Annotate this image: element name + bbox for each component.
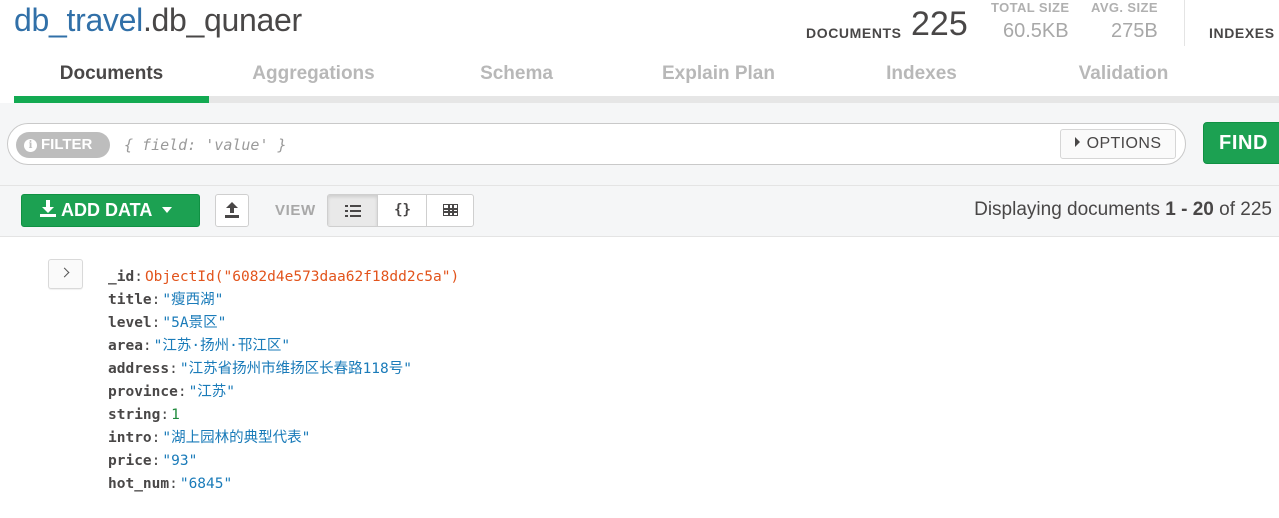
document-list: _id: ObjectId("6082d4e573daa62f18dd2c5a")… [0,237,1279,518]
field-key: price [108,453,152,469]
namespace-title: db_travel.db_qunaer [14,2,302,39]
field-key: title [108,292,152,308]
field-value: "93" [162,453,198,469]
document-field: address: "江苏省扬州市维扬区长春路118号" [108,358,459,381]
find-button[interactable]: FIND [1203,122,1279,164]
field-value: "湖上园林的典型代表" [162,430,311,446]
json-view-button[interactable]: {} [377,195,426,226]
caret-right-icon [1074,137,1080,147]
collection-header: db_travel.db_qunaer DOCUMENTS 225 TOTAL … [0,0,1279,103]
field-value: 1 [171,407,180,423]
field-value: "江苏·扬州·邗江区" [153,338,291,354]
document-field: province: "江苏" [108,381,459,404]
total-size-label: TOTAL SIZE [991,0,1070,15]
add-data-label: ADD DATA [61,200,153,220]
list-view-button[interactable] [328,195,377,226]
document-field: area: "江苏·扬州·邗江区" [108,335,459,358]
field-colon: : [160,407,170,423]
document-fields: _id: ObjectId("6082d4e573daa62f18dd2c5a")… [108,266,459,496]
filter-input[interactable] [122,130,1046,160]
field-value: ObjectId("6082d4e573daa62f18dd2c5a") [144,269,460,285]
document-field: level: "5A景区" [108,312,459,335]
field-key: area [108,338,143,354]
field-value: "江苏" [188,384,236,400]
pagination-end: 20 [1192,199,1214,220]
view-label: VIEW [275,202,316,219]
pagination-total: 225 [1240,199,1272,220]
field-colon: : [169,476,178,492]
view-switcher: {} [327,194,474,227]
database-name[interactable]: db_travel [14,2,143,38]
active-tab-indicator [14,96,209,103]
upload-icon [225,202,239,218]
field-value: "瘦西湖" [162,292,224,308]
field-key: string [108,407,161,423]
avg-size-label: AVG. SIZE [1091,0,1158,15]
document-field: price: "93" [108,450,459,473]
document-field: _id: ObjectId("6082d4e573daa62f18dd2c5a") [108,266,459,289]
options-button[interactable]: OPTIONS [1060,129,1176,159]
pagination-of: of [1219,199,1236,220]
field-colon: : [169,361,178,377]
field-value: "江苏省扬州市维扬区长春路118号" [179,361,412,377]
pagination-dash: - [1181,199,1188,220]
table-icon [443,204,458,216]
list-icon [345,205,361,217]
filter-box: i FILTER OPTIONS [7,123,1186,165]
field-value: "6845" [179,476,233,492]
document-field: hot_num: "6845" [108,473,459,496]
field-key: province [108,384,178,400]
field-key: level [108,315,152,331]
documents-count-label: DOCUMENTS [806,25,902,41]
export-button[interactable] [215,194,249,227]
filter-label-pill[interactable]: i FILTER [16,132,110,158]
documents-count-value: 225 [911,5,968,43]
info-icon: i [24,139,37,152]
field-key: _id [108,269,135,285]
stats-divider [1184,0,1185,46]
pagination-prefix: Displaying documents [974,199,1160,220]
pagination-start: 1 [1165,199,1176,220]
collection-name: db_qunaer [151,2,303,38]
document-field: intro: "湖上园林的典型代表" [108,427,459,450]
options-label: OPTIONS [1086,135,1162,152]
query-bar: i FILTER OPTIONS FIND [0,103,1279,186]
table-view-button[interactable] [426,195,473,226]
field-colon: : [151,453,161,469]
field-colon: : [134,269,143,285]
field-key: intro [108,430,152,446]
download-icon [40,200,56,218]
field-colon: : [151,292,161,308]
braces-icon: {} [394,202,411,218]
pagination-summary: Displaying documents 1 - 20 of 225 [974,199,1272,221]
filter-label: FILTER [41,136,93,153]
field-colon: : [151,430,161,446]
field-colon: : [151,315,161,331]
documents-toolbar: ADD DATA VIEW {} Displaying documents 1 … [0,186,1279,237]
namespace-separator: . [142,2,152,38]
caret-down-icon [162,207,173,213]
add-data-button[interactable]: ADD DATA [21,194,200,227]
field-colon: : [177,384,187,400]
field-key: address [108,361,170,377]
document-field: string: 1 [108,404,459,427]
document-field: title: "瘦西湖" [108,289,459,312]
expand-document-button[interactable] [48,259,83,289]
field-value: "5A景区" [162,315,227,331]
field-key: hot_num [108,476,170,492]
chevron-right-icon [59,267,70,278]
field-colon: : [142,338,152,354]
avg-size-value: 275B [1111,20,1158,42]
total-size-value: 60.5KB [1003,20,1069,42]
indexes-count-label: INDEXES [1209,25,1275,41]
